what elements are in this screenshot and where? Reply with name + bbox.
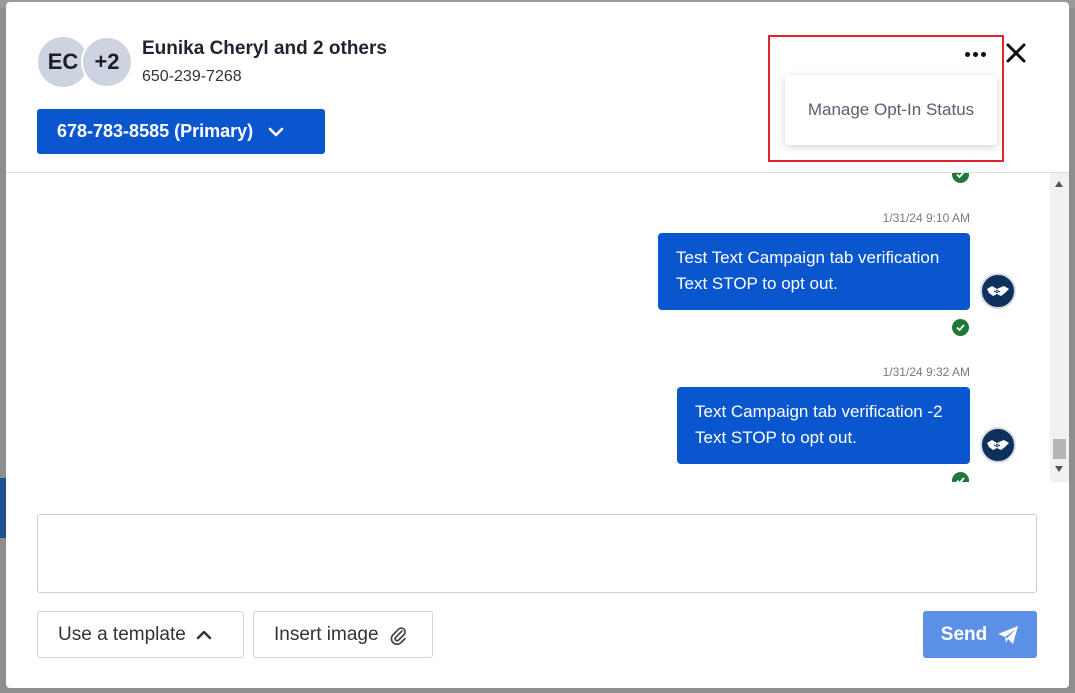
avatar-overflow: +2 bbox=[81, 36, 133, 88]
message-line: Test Text Campaign tab verification bbox=[676, 248, 940, 267]
chevron-down-icon bbox=[268, 127, 284, 136]
contact-phone: 650-239-7268 bbox=[142, 68, 242, 85]
highlight-annotation bbox=[768, 35, 1004, 162]
check-circle-icon bbox=[952, 319, 969, 336]
message-timestamp: 1/31/24 9:10 AM bbox=[882, 211, 970, 225]
from-number-select[interactable]: 678-783-8585 (Primary) bbox=[37, 109, 325, 154]
chevron-up-icon bbox=[196, 630, 211, 639]
message-line: Text Campaign tab verification -2 bbox=[695, 402, 943, 421]
use-template-button[interactable]: Use a template bbox=[37, 611, 244, 658]
check-circle-icon bbox=[952, 173, 969, 183]
insert-image-label: Insert image bbox=[274, 623, 379, 645]
message-thread: 1/31/24 9:10 AM Test Text Campaign tab v… bbox=[6, 173, 1050, 482]
text-conversation-modal: EC +2 Eunika Cheryl and 2 others 650-239… bbox=[6, 2, 1069, 688]
paperclip-icon bbox=[390, 626, 406, 645]
message-line: Text STOP to opt out. bbox=[676, 274, 838, 293]
avatar-initials: EC bbox=[47, 49, 79, 74]
message-bubble: Text Campaign tab verification -2 Text S… bbox=[677, 387, 970, 464]
paper-plane-icon bbox=[998, 625, 1019, 644]
use-template-label: Use a template bbox=[58, 623, 186, 645]
from-number-label: 678-783-8585 (Primary) bbox=[57, 121, 254, 141]
message-line: Text STOP to opt out. bbox=[695, 428, 857, 447]
scroll-thumb[interactable] bbox=[1053, 439, 1066, 459]
check-circle-icon bbox=[952, 472, 969, 482]
insert-image-button[interactable]: Insert image bbox=[253, 611, 433, 658]
send-label: Send bbox=[940, 623, 988, 645]
avatar-overflow-count: +2 bbox=[94, 49, 120, 74]
message-bubble: Test Text Campaign tab verification Text… bbox=[658, 233, 970, 310]
scroll-up-arrow[interactable] bbox=[1055, 181, 1063, 187]
scroll-down-arrow[interactable] bbox=[1055, 466, 1063, 472]
message-scrollbar[interactable] bbox=[1050, 173, 1069, 482]
handshake-icon bbox=[980, 427, 1016, 463]
send-button[interactable]: Send bbox=[923, 611, 1037, 658]
message-timestamp: 1/31/24 9:32 AM bbox=[882, 365, 970, 379]
message-input[interactable] bbox=[37, 514, 1037, 593]
handshake-icon bbox=[980, 273, 1016, 309]
close-icon[interactable] bbox=[1003, 40, 1029, 66]
contact-name: Eunika Cheryl and 2 others bbox=[142, 38, 387, 59]
